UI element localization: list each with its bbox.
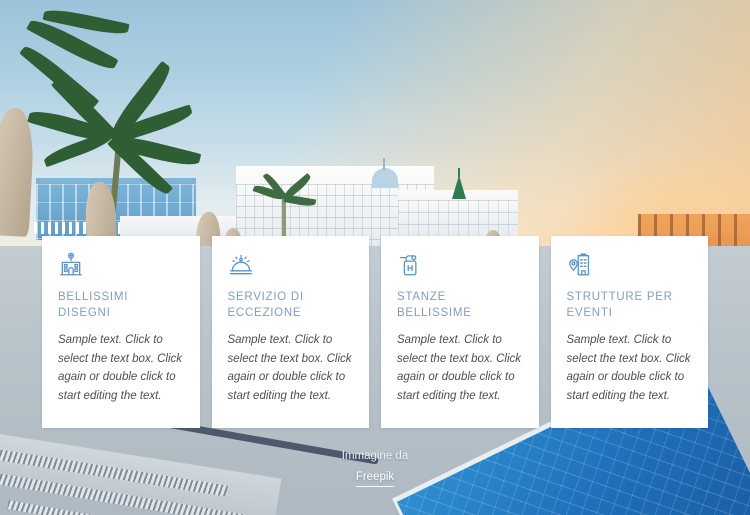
card-title: BELLISSIMI DISEGNI	[58, 291, 129, 319]
location-pin-building-icon	[567, 252, 593, 278]
dome-spire	[383, 158, 385, 170]
freepik-link[interactable]: Freepik	[355, 471, 395, 487]
card-body-text: Sample text. Click to select the text bo…	[566, 334, 691, 402]
feature-cards-row: BELLISSIMI DISEGNI Sample text. Click to…	[42, 236, 708, 428]
door-hanger-tag-icon	[397, 252, 423, 278]
card-body-text: Sample text. Click to select the text bo…	[58, 334, 182, 402]
green-roof-spire	[452, 175, 466, 199]
feature-card-servizio-di-eccezione[interactable]: SERVIZIO DI ECCEZIONE Sample text. Click…	[211, 236, 369, 428]
image-credit: Immagine da Freepik	[0, 450, 750, 487]
image-credit-link-wrap: Freepik	[0, 471, 750, 487]
card-body-text: Sample text. Click to select the text bo…	[227, 334, 352, 402]
hotel-building-icon	[58, 252, 84, 278]
feature-card-stanze-bellissime[interactable]: STANZE BELLISSIME Sample text. Click to …	[381, 236, 539, 428]
card-title: STANZE BELLISSIME	[397, 291, 472, 319]
image-credit-prefix: Immagine da	[341, 450, 409, 462]
service-bell-icon	[228, 252, 254, 278]
green-spire-tip	[458, 168, 460, 177]
feature-card-strutture-per-eventi[interactable]: STRUTTURE PER EVENTI Sample text. Click …	[550, 236, 708, 428]
card-title: STRUTTURE PER EVENTI	[566, 291, 673, 319]
card-title: SERVIZIO DI ECCEZIONE	[227, 291, 304, 319]
card-body-text: Sample text. Click to select the text bo…	[397, 334, 521, 402]
feature-card-bellissimi-disegni[interactable]: BELLISSIMI DISEGNI Sample text. Click to…	[42, 236, 200, 428]
hotel-dome	[372, 168, 398, 188]
